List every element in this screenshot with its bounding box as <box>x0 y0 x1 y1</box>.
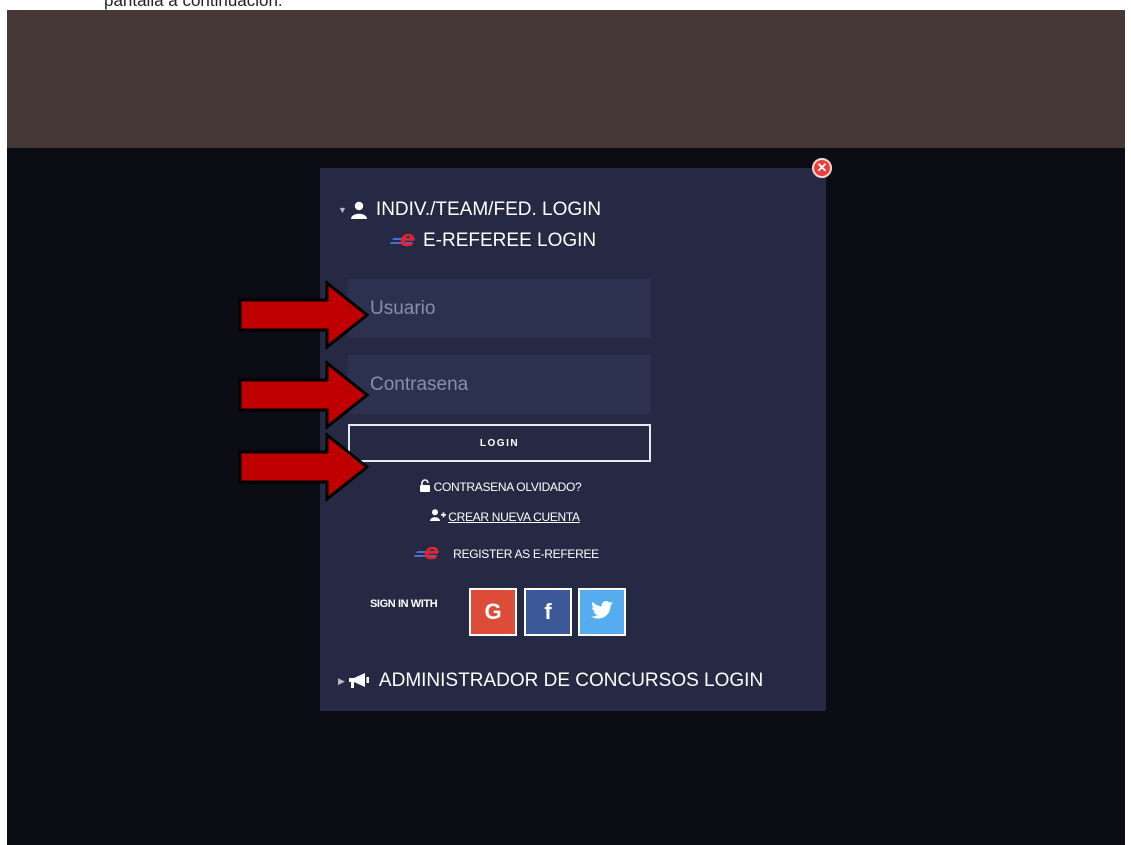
caret-right-icon: ▶ <box>338 675 345 686</box>
section-indiv-login-header[interactable]: ▼ INDIV./TEAM/FED. LOGIN <box>338 199 601 221</box>
create-account-label: CREAR NUEVA CUENTA <box>448 509 580 524</box>
section-admin-label: ADMINISTRADOR DE CONCURSOS LOGIN <box>378 670 764 691</box>
red-arrow-username <box>238 280 370 350</box>
caret-down-icon: ▼ <box>338 205 347 215</box>
sign-in-with-label: SIGN IN WITH <box>370 598 438 610</box>
e-referee-logo: e <box>388 227 423 252</box>
username-input[interactable] <box>348 279 651 338</box>
section-indiv-label: INDIV./TEAM/FED. LOGIN <box>375 199 602 220</box>
section-ereferee-login-header[interactable]: e E-REFEREE LOGIN <box>388 227 597 252</box>
register-ereferee-label: REGISTER AS E-REFEREE <box>453 547 599 561</box>
e-referee-logo: e <box>412 540 447 565</box>
user-icon <box>350 201 368 219</box>
twitter-bird-icon <box>591 600 613 624</box>
facebook-icon: f <box>544 599 552 624</box>
section-ereferee-label: E-REFEREE LOGIN <box>423 230 597 251</box>
forgot-password-label: CONTRASENA OLVIDADO? <box>433 480 582 494</box>
section-admin-login-header[interactable]: ▶ ADMINISTRADOR DE CONCURSOS LOGIN <box>338 670 763 692</box>
login-button[interactable]: LOGIN <box>348 424 651 462</box>
top-header-bar <box>7 10 1125 148</box>
forgot-password-link[interactable]: CONTRASENA OLVIDADO? <box>419 479 582 495</box>
password-input[interactable] <box>348 355 651 414</box>
user-plus-icon <box>430 509 447 524</box>
facebook-signin-button[interactable]: f <box>524 588 572 636</box>
megaphone-icon <box>348 672 370 690</box>
google-icon: G <box>484 599 502 624</box>
close-icon[interactable]: ✕ <box>812 158 832 178</box>
register-ereferee-link[interactable]: e REGISTER AS E-REFEREE <box>392 540 622 565</box>
google-signin-button[interactable]: G <box>469 588 517 636</box>
create-account-link[interactable]: CREAR NUEVA CUENTA <box>430 509 580 524</box>
lock-icon <box>419 479 431 495</box>
red-arrow-login <box>238 432 370 502</box>
twitter-signin-button[interactable] <box>578 588 626 636</box>
red-arrow-password <box>238 360 370 430</box>
